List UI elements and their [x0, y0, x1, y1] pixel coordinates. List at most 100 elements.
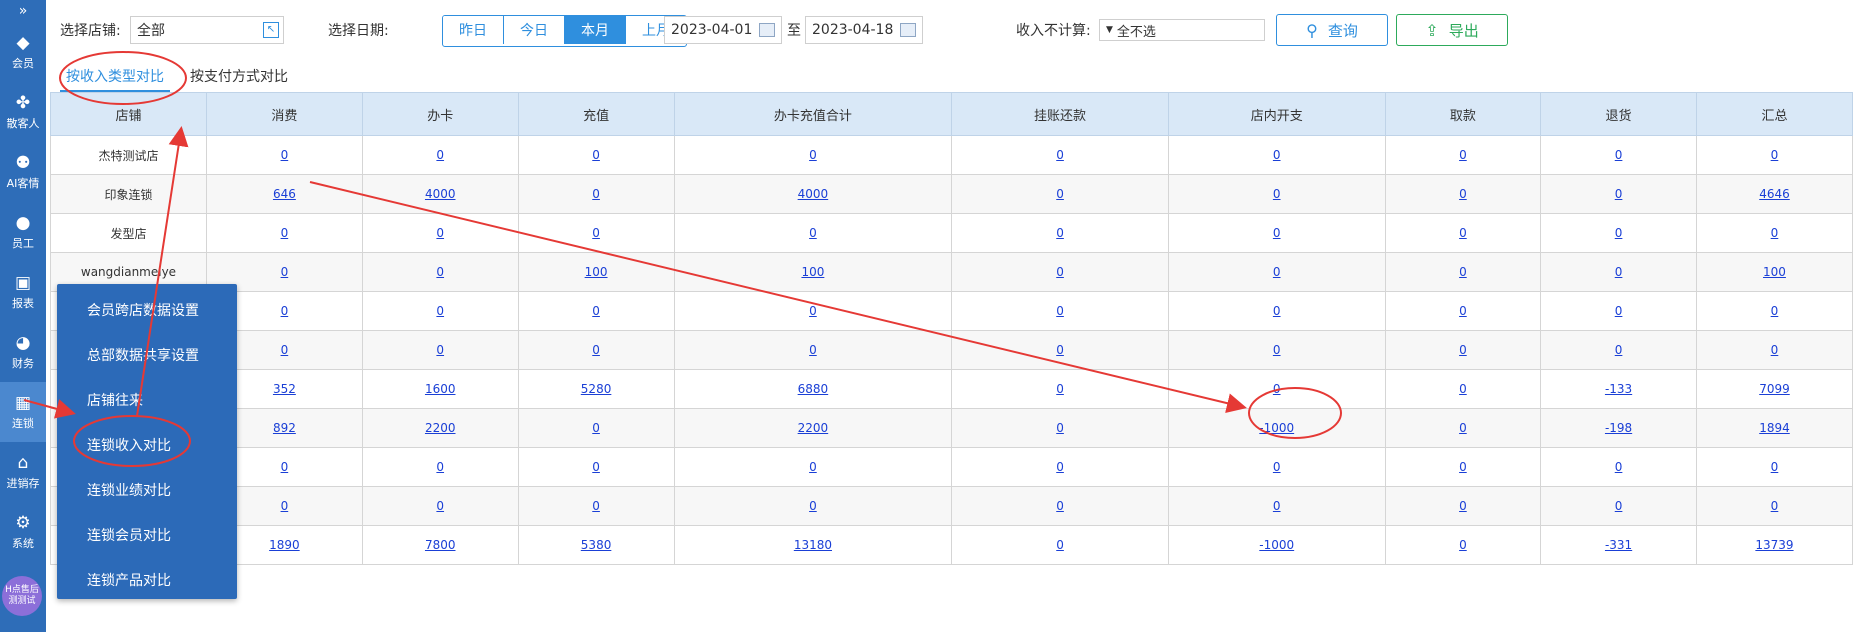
value-link[interactable]: 0	[1771, 460, 1779, 474]
date-from-input[interactable]: 2023-04-01	[664, 16, 782, 44]
avatar[interactable]: H点售后 测测试	[2, 576, 42, 616]
value-link[interactable]: 0	[1615, 265, 1623, 279]
value-link[interactable]: 0	[1459, 382, 1467, 396]
sidebar-item-0[interactable]: ◆ 会员	[0, 22, 46, 82]
menu-item[interactable]: 连锁收入对比	[57, 424, 237, 469]
value-link[interactable]: 0	[1273, 382, 1281, 396]
value-link[interactable]: 0	[436, 343, 444, 357]
calendar-icon[interactable]	[900, 23, 916, 37]
value-link[interactable]: 1890	[269, 538, 300, 552]
value-link[interactable]: 0	[436, 148, 444, 162]
value-link[interactable]: 0	[436, 304, 444, 318]
value-link[interactable]: 0	[1056, 187, 1064, 201]
value-link[interactable]: 0	[436, 226, 444, 240]
sidebar-item-3[interactable]: ● 员工	[0, 202, 46, 262]
value-link[interactable]: 7099	[1759, 382, 1790, 396]
query-button[interactable]: ⚲ 查询	[1276, 14, 1388, 46]
value-link[interactable]: 0	[1771, 304, 1779, 318]
value-link[interactable]: 100	[1763, 265, 1786, 279]
value-link[interactable]: 7800	[425, 538, 456, 552]
calendar-icon[interactable]	[759, 23, 775, 37]
value-link[interactable]: -1000	[1259, 421, 1294, 435]
value-link[interactable]: 0	[281, 226, 289, 240]
value-link[interactable]: 4000	[798, 187, 829, 201]
value-link[interactable]: 0	[1056, 499, 1064, 513]
value-link[interactable]: 0	[592, 304, 600, 318]
value-link[interactable]: 0	[281, 343, 289, 357]
value-link[interactable]: 0	[1273, 304, 1281, 318]
value-link[interactable]: 0	[1056, 226, 1064, 240]
value-link[interactable]: 0	[1056, 265, 1064, 279]
value-link[interactable]: 0	[1459, 148, 1467, 162]
value-link[interactable]: 0	[809, 226, 817, 240]
value-link[interactable]: 0	[1615, 499, 1623, 513]
value-link[interactable]: 0	[1273, 343, 1281, 357]
value-link[interactable]: 100	[801, 265, 824, 279]
value-link[interactable]: 0	[1615, 460, 1623, 474]
value-link[interactable]: 1894	[1759, 421, 1790, 435]
sidebar-item-8[interactable]: ⚙ 系统	[0, 502, 46, 562]
value-link[interactable]: 1600	[425, 382, 456, 396]
value-link[interactable]: 0	[1615, 343, 1623, 357]
value-link[interactable]: 0	[1056, 460, 1064, 474]
value-link[interactable]: 0	[592, 148, 600, 162]
value-link[interactable]: 4646	[1759, 187, 1790, 201]
value-link[interactable]: 0	[281, 148, 289, 162]
value-link[interactable]: 0	[1273, 460, 1281, 474]
value-link[interactable]: 0	[1459, 187, 1467, 201]
value-link[interactable]: 0	[592, 226, 600, 240]
value-link[interactable]: 0	[1459, 226, 1467, 240]
value-link[interactable]: 0	[1459, 343, 1467, 357]
value-link[interactable]: 0	[1459, 265, 1467, 279]
value-link[interactable]: 0	[1056, 421, 1064, 435]
value-link[interactable]: 0	[809, 499, 817, 513]
value-link[interactable]: -198	[1605, 421, 1632, 435]
value-link[interactable]: 0	[1273, 499, 1281, 513]
date-option-today[interactable]: 今日	[504, 16, 565, 44]
value-link[interactable]: 0	[1056, 148, 1064, 162]
date-option-yesterday[interactable]: 昨日	[443, 16, 504, 44]
value-link[interactable]: 0	[436, 265, 444, 279]
menu-item[interactable]: 店铺往来	[57, 379, 237, 424]
value-link[interactable]: 0	[1459, 499, 1467, 513]
value-link[interactable]: 0	[1771, 148, 1779, 162]
value-link[interactable]: 0	[1459, 304, 1467, 318]
value-link[interactable]: 352	[273, 382, 296, 396]
value-link[interactable]: 0	[436, 460, 444, 474]
value-link[interactable]: 0	[1273, 226, 1281, 240]
value-link[interactable]: 0	[1615, 148, 1623, 162]
value-link[interactable]: 0	[436, 499, 444, 513]
value-link[interactable]: 0	[281, 460, 289, 474]
value-link[interactable]: 0	[1459, 460, 1467, 474]
value-link[interactable]: 0	[281, 304, 289, 318]
menu-item[interactable]: 总部数据共享设置	[57, 334, 237, 379]
value-link[interactable]: 0	[1273, 148, 1281, 162]
value-link[interactable]: 100	[585, 265, 608, 279]
value-link[interactable]: 0	[1615, 304, 1623, 318]
value-link[interactable]: -331	[1605, 538, 1632, 552]
sidebar-item-1[interactable]: ✤ 散客人	[0, 82, 46, 142]
value-link[interactable]: 0	[1615, 226, 1623, 240]
sidebar-item-5[interactable]: ◕ 财务	[0, 322, 46, 382]
value-link[interactable]: 0	[1273, 265, 1281, 279]
value-link[interactable]: 646	[273, 187, 296, 201]
menu-item[interactable]: 连锁产品对比	[57, 559, 237, 604]
value-link[interactable]: 0	[592, 187, 600, 201]
value-link[interactable]: -1000	[1259, 538, 1294, 552]
value-link[interactable]: 0	[281, 265, 289, 279]
store-picker-icon[interactable]: ↖	[263, 22, 279, 38]
value-link[interactable]: 13739	[1755, 538, 1793, 552]
value-link[interactable]: 4000	[425, 187, 456, 201]
value-link[interactable]: 0	[1056, 538, 1064, 552]
value-link[interactable]: 0	[809, 343, 817, 357]
value-link[interactable]: 0	[809, 460, 817, 474]
exclude-select[interactable]: ▼ 全不选	[1099, 19, 1265, 41]
value-link[interactable]: 0	[1459, 538, 1467, 552]
value-link[interactable]: 13180	[794, 538, 832, 552]
value-link[interactable]: 0	[592, 343, 600, 357]
collapse-icon[interactable]: »	[0, 0, 46, 22]
value-link[interactable]: 0	[1771, 226, 1779, 240]
value-link[interactable]: 0	[1771, 499, 1779, 513]
menu-item[interactable]: 连锁业绩对比	[57, 469, 237, 514]
value-link[interactable]: -133	[1605, 382, 1632, 396]
